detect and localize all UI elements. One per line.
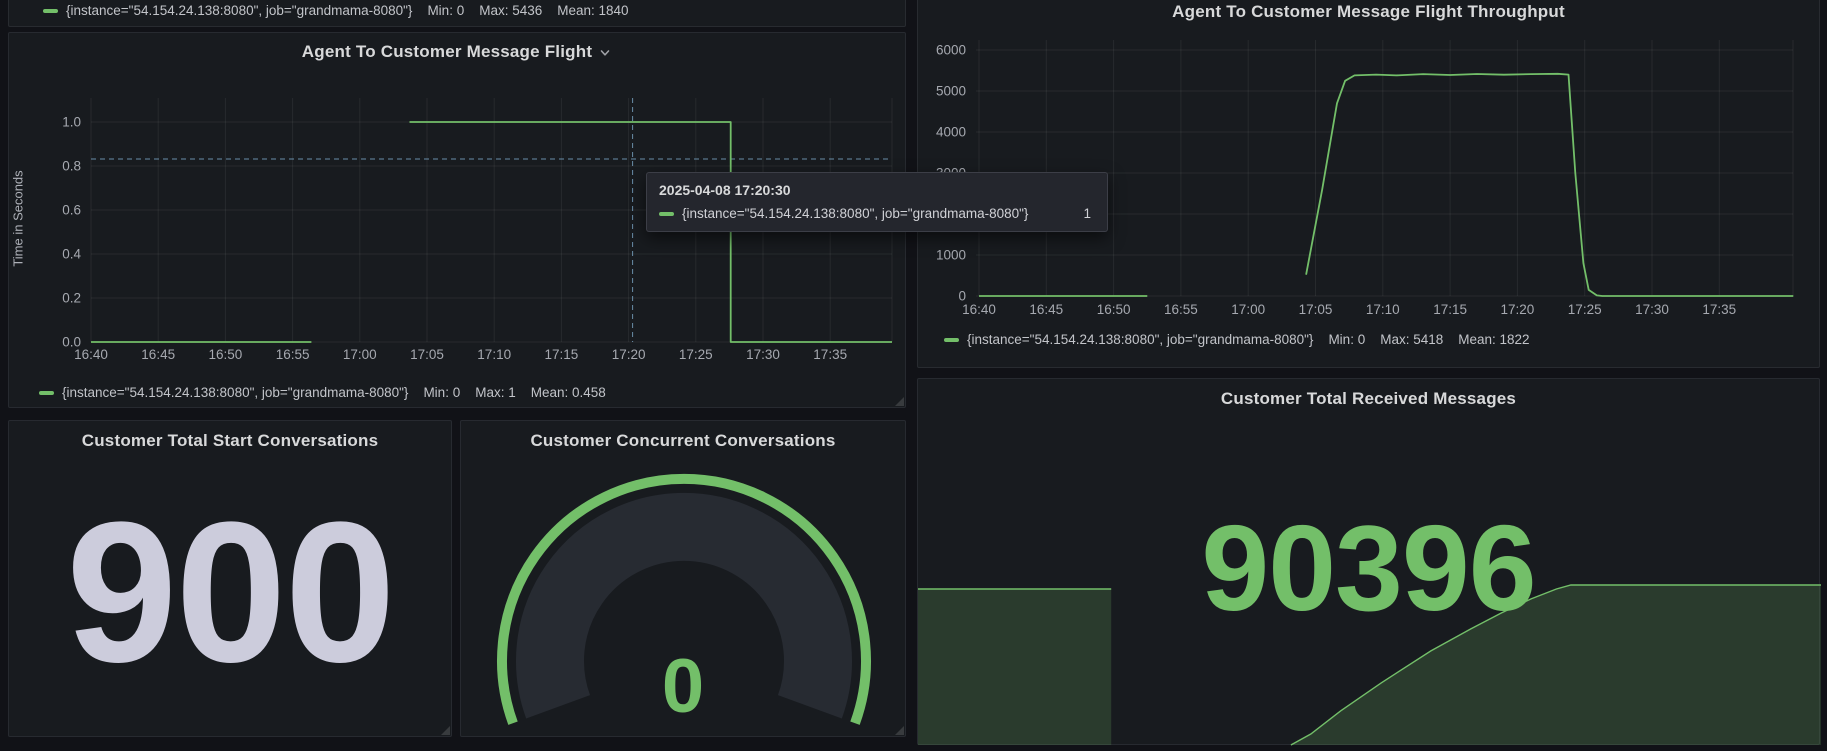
svg-text:16:55: 16:55	[276, 347, 310, 362]
svg-text:17:10: 17:10	[477, 347, 511, 362]
svg-text:1000: 1000	[936, 248, 966, 263]
panel-title[interactable]: Customer Total Received Messages	[1221, 389, 1516, 409]
svg-text:16:55: 16:55	[1164, 302, 1198, 317]
svg-text:1.0: 1.0	[62, 115, 81, 130]
svg-text:17:20: 17:20	[612, 347, 646, 362]
series-label[interactable]: {instance="54.154.24.138:8080", job="gra…	[62, 385, 408, 400]
svg-text:6000: 6000	[936, 43, 966, 58]
series-color-swatch	[944, 338, 959, 342]
legend-row[interactable]: {instance="54.154.24.138:8080", job="gra…	[43, 3, 629, 18]
tooltip-timestamp: 2025-04-08 17:20:30	[659, 182, 1095, 198]
legend-max: Max: 5418	[1380, 332, 1443, 347]
svg-text:5000: 5000	[936, 84, 966, 99]
grafana-dashboard: {instance="54.154.24.138:8080", job="gra…	[0, 0, 1827, 751]
legend-mean: Mean: 1840	[557, 3, 628, 18]
tooltip-value: 1	[1083, 206, 1095, 221]
svg-text:17:25: 17:25	[679, 347, 713, 362]
gauge-value: 0	[461, 649, 905, 725]
stat-value: 900	[9, 493, 451, 693]
svg-text:0.8: 0.8	[62, 159, 81, 174]
svg-text:17:20: 17:20	[1501, 302, 1535, 317]
svg-text:16:45: 16:45	[141, 347, 175, 362]
svg-text:17:00: 17:00	[343, 347, 377, 362]
legend-min: Min: 0	[423, 385, 460, 400]
panel-title[interactable]: Customer Total Start Conversations	[82, 431, 378, 451]
svg-text:17:30: 17:30	[1635, 302, 1669, 317]
panel-resize-handle[interactable]	[895, 397, 904, 406]
panel-header[interactable]: Customer Total Start Conversations	[9, 431, 451, 451]
legend-max: Max: 1	[475, 385, 516, 400]
panel-resize-handle[interactable]	[441, 726, 450, 735]
legend-mean: Mean: 1822	[1458, 332, 1529, 347]
legend-min: Min: 0	[427, 3, 464, 18]
svg-text:16:50: 16:50	[1097, 302, 1131, 317]
legend-row[interactable]: {instance="54.154.24.138:8080", job="gra…	[39, 385, 606, 400]
panel-resize-handle[interactable]	[895, 726, 904, 735]
series-label[interactable]: {instance="54.154.24.138:8080", job="gra…	[66, 3, 412, 18]
svg-text:0.2: 0.2	[62, 291, 81, 306]
legend-mean: Mean: 0.458	[531, 385, 606, 400]
panel-total-start-conversations: Customer Total Start Conversations 900	[8, 420, 452, 737]
svg-text:17:00: 17:00	[1231, 302, 1265, 317]
svg-text:17:05: 17:05	[1299, 302, 1333, 317]
svg-text:16:45: 16:45	[1029, 302, 1063, 317]
svg-text:17:30: 17:30	[746, 347, 780, 362]
svg-text:17:15: 17:15	[545, 347, 579, 362]
panel-total-received-messages: Customer Total Received Messages 90396	[917, 378, 1820, 745]
svg-text:17:35: 17:35	[1702, 302, 1736, 317]
panel-header[interactable]: Customer Total Received Messages	[918, 389, 1819, 409]
series-label[interactable]: {instance="54.154.24.138:8080", job="gra…	[967, 332, 1313, 347]
legend-max: Max: 5436	[479, 3, 542, 18]
svg-text:17:10: 17:10	[1366, 302, 1400, 317]
svg-text:17:35: 17:35	[813, 347, 847, 362]
chart-tooltip: 2025-04-08 17:20:30 {instance="54.154.24…	[646, 172, 1108, 232]
legend-row[interactable]: {instance="54.154.24.138:8080", job="gra…	[944, 332, 1530, 347]
panel-concurrent-conversations: Customer Concurrent Conversations 0	[460, 420, 906, 737]
svg-text:17:25: 17:25	[1568, 302, 1602, 317]
svg-text:4000: 4000	[936, 125, 966, 140]
svg-text:17:05: 17:05	[410, 347, 444, 362]
tooltip-series-label: {instance="54.154.24.138:8080", job="gra…	[682, 206, 1028, 221]
svg-text:16:40: 16:40	[74, 347, 108, 362]
legend-min: Min: 0	[1328, 332, 1365, 347]
series-color-swatch	[659, 212, 674, 216]
stat-value: 90396	[918, 507, 1819, 629]
svg-text:0.4: 0.4	[62, 247, 81, 262]
svg-text:16:50: 16:50	[209, 347, 243, 362]
panel-flight-previous: {instance="54.154.24.138:8080", job="gra…	[8, 0, 906, 27]
series-color-swatch	[43, 9, 58, 13]
svg-text:0.6: 0.6	[62, 203, 81, 218]
svg-text:16:40: 16:40	[962, 302, 996, 317]
series-color-swatch	[39, 391, 54, 395]
svg-text:17:15: 17:15	[1433, 302, 1467, 317]
